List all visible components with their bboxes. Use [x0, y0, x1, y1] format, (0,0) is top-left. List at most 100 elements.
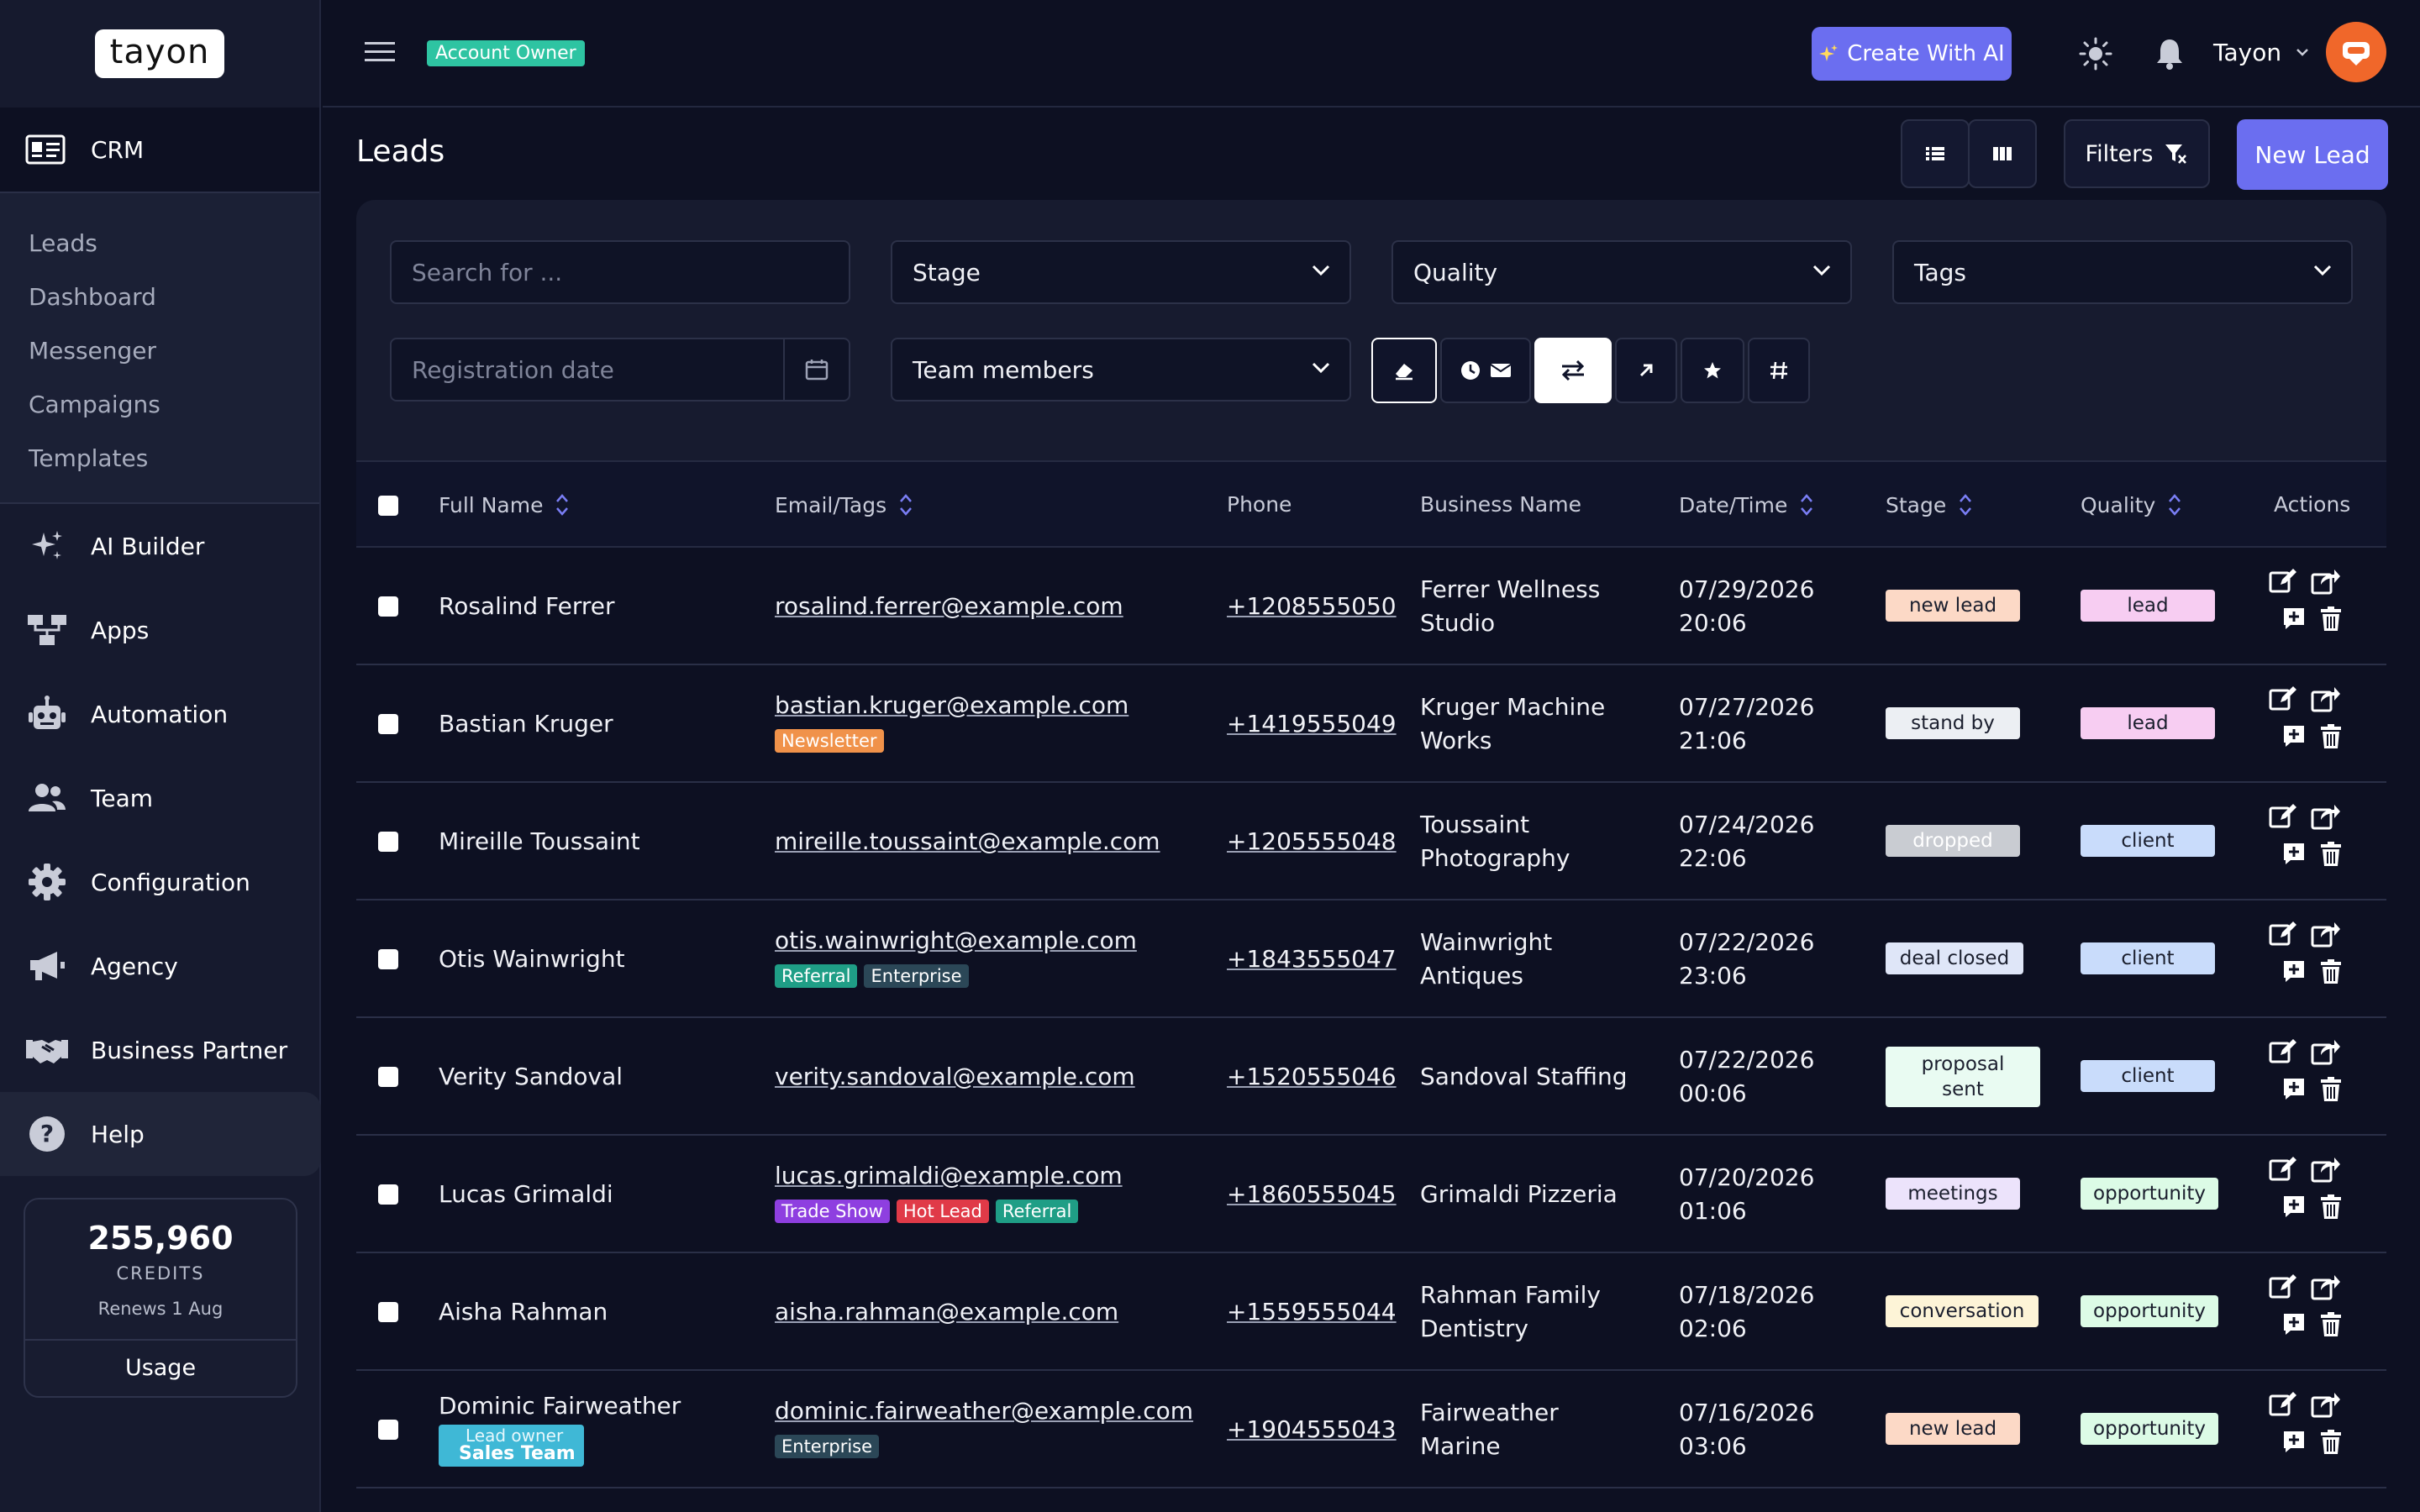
lead-name[interactable]: Otis Wainwright	[439, 942, 625, 976]
quality-select[interactable]: Quality	[1392, 240, 1852, 304]
hashtag-button[interactable]	[1748, 338, 1810, 403]
lead-email[interactable]: verity.sandoval@example.com	[775, 1060, 1135, 1094]
add-note-icon[interactable]	[2282, 724, 2306, 748]
sidebar-item-messenger[interactable]: Messenger	[0, 324, 319, 378]
stage-badge[interactable]: conversation	[1886, 1295, 2039, 1327]
row-checkbox[interactable]	[378, 832, 398, 852]
share-icon[interactable]	[2311, 685, 2341, 712]
row-checkbox[interactable]	[378, 1067, 398, 1087]
quality-badge[interactable]: lead	[2081, 707, 2215, 739]
tags-select[interactable]: Tags	[1892, 240, 2353, 304]
add-note-icon[interactable]	[2282, 1312, 2306, 1336]
add-note-icon[interactable]	[2282, 1194, 2306, 1218]
column-email-tags[interactable]: Email/Tags	[775, 492, 913, 517]
trash-icon[interactable]	[2319, 959, 2343, 984]
share-icon[interactable]	[2311, 921, 2341, 948]
trash-icon[interactable]	[2319, 606, 2343, 632]
row-checkbox[interactable]	[378, 949, 398, 969]
lead-email[interactable]: aisha.rahman@example.com	[775, 1295, 1118, 1329]
create-with-ai-button[interactable]: Create With AI	[1812, 27, 2012, 81]
lead-name[interactable]: Mireille Toussaint	[439, 825, 640, 858]
lead-email[interactable]: rosalind.ferrer@example.com	[775, 590, 1123, 623]
lead-name[interactable]: Dominic Fairweather	[439, 1389, 681, 1423]
lead-phone[interactable]: +1205555048	[1227, 825, 1397, 858]
column-stage[interactable]: Stage	[1886, 492, 1973, 517]
lead-email[interactable]: mireille.toussaint@example.com	[775, 825, 1160, 858]
edit-icon[interactable]	[2269, 1156, 2297, 1183]
trash-icon[interactable]	[2319, 1077, 2343, 1102]
edit-icon[interactable]	[2269, 1273, 2297, 1300]
lead-phone[interactable]: +1208555050	[1227, 590, 1397, 623]
stage-badge[interactable]: stand by	[1886, 707, 2020, 739]
edit-icon[interactable]	[2269, 568, 2297, 595]
add-note-icon[interactable]	[2282, 842, 2306, 865]
arrow-up-right-button[interactable]	[1615, 338, 1677, 403]
new-lead-button[interactable]: New Lead	[2237, 119, 2388, 190]
edit-icon[interactable]	[2269, 803, 2297, 830]
sidebar-item-configuration[interactable]: Configuration	[0, 840, 319, 924]
row-checkbox[interactable]	[378, 1420, 398, 1440]
quality-badge[interactable]: opportunity	[2081, 1295, 2218, 1327]
share-icon[interactable]	[2311, 1273, 2341, 1300]
chevron-down-icon[interactable]	[2296, 47, 2309, 57]
list-view-button[interactable]	[1901, 119, 1970, 188]
trash-icon[interactable]	[2319, 1194, 2343, 1220]
lead-email[interactable]: bastian.kruger@example.com	[775, 689, 1128, 722]
trash-icon[interactable]	[2319, 724, 2343, 749]
lead-phone[interactable]: +1559555044	[1227, 1295, 1397, 1329]
sidebar-item-help[interactable]: ? Help	[0, 1092, 321, 1176]
stage-badge[interactable]: proposal sent	[1886, 1047, 2040, 1107]
quality-badge[interactable]: lead	[2081, 590, 2215, 622]
app-logo[interactable]: tayon	[94, 29, 225, 78]
lead-email[interactable]: otis.wainwright@example.com	[775, 924, 1137, 958]
share-icon[interactable]	[2311, 803, 2341, 830]
swap-button[interactable]	[1534, 338, 1612, 403]
lead-name[interactable]: Bastian Kruger	[439, 707, 613, 741]
lead-phone[interactable]: +1843555047	[1227, 942, 1397, 976]
edit-icon[interactable]	[2269, 685, 2297, 712]
lead-email[interactable]: dominic.fairweather@example.com	[775, 1394, 1193, 1428]
user-name[interactable]: Tayon	[2213, 39, 2281, 66]
row-checkbox[interactable]	[378, 714, 398, 734]
avatar[interactable]	[2326, 22, 2386, 82]
edit-icon[interactable]	[2269, 1391, 2297, 1418]
stage-badge[interactable]: new lead	[1886, 1413, 2020, 1445]
lead-email[interactable]: lucas.grimaldi@example.com	[775, 1159, 1123, 1193]
menu-icon[interactable]	[365, 40, 395, 64]
quality-badge[interactable]: opportunity	[2081, 1413, 2218, 1445]
trash-icon[interactable]	[2319, 1430, 2343, 1455]
column-date-time[interactable]: Date/Time	[1679, 492, 1814, 517]
row-checkbox[interactable]	[378, 1302, 398, 1322]
sidebar-item-ai-builder[interactable]: AI Builder	[0, 504, 319, 588]
row-checkbox[interactable]	[378, 1184, 398, 1205]
trash-icon[interactable]	[2319, 842, 2343, 867]
sidebar-section-crm[interactable]: CRM	[0, 108, 319, 192]
search-input[interactable]: Search for ...	[390, 240, 850, 304]
stage-badge[interactable]: new lead	[1886, 590, 2020, 622]
edit-icon[interactable]	[2269, 921, 2297, 948]
lead-phone[interactable]: +1860555045	[1227, 1178, 1397, 1211]
lead-name[interactable]: Verity Sandoval	[439, 1060, 623, 1094]
quality-badge[interactable]: opportunity	[2081, 1178, 2218, 1210]
lead-name[interactable]: Rosalind Ferrer	[439, 590, 615, 623]
eraser-button[interactable]	[1371, 338, 1437, 403]
column-quality[interactable]: Quality	[2081, 492, 2182, 517]
sidebar-item-campaigns[interactable]: Campaigns	[0, 378, 319, 432]
share-icon[interactable]	[2311, 1038, 2341, 1065]
trash-icon[interactable]	[2319, 1312, 2343, 1337]
share-icon[interactable]	[2311, 568, 2341, 595]
team-members-select[interactable]: Team members	[891, 338, 1351, 402]
quality-badge[interactable]: client	[2081, 1060, 2215, 1092]
add-note-icon[interactable]	[2282, 606, 2306, 630]
lead-phone[interactable]: +1419555049	[1227, 707, 1397, 741]
star-button[interactable]	[1681, 338, 1744, 403]
quality-badge[interactable]: client	[2081, 942, 2215, 974]
add-note-icon[interactable]	[2282, 959, 2306, 983]
column-full-name[interactable]: Full Name	[439, 492, 570, 517]
add-note-icon[interactable]	[2282, 1077, 2306, 1100]
lead-name[interactable]: Lucas Grimaldi	[439, 1178, 613, 1211]
row-checkbox[interactable]	[378, 596, 398, 617]
sidebar-item-automation[interactable]: Automation	[0, 672, 319, 756]
lead-phone[interactable]: +1520555046	[1227, 1060, 1397, 1094]
calendar-icon[interactable]	[783, 339, 849, 400]
